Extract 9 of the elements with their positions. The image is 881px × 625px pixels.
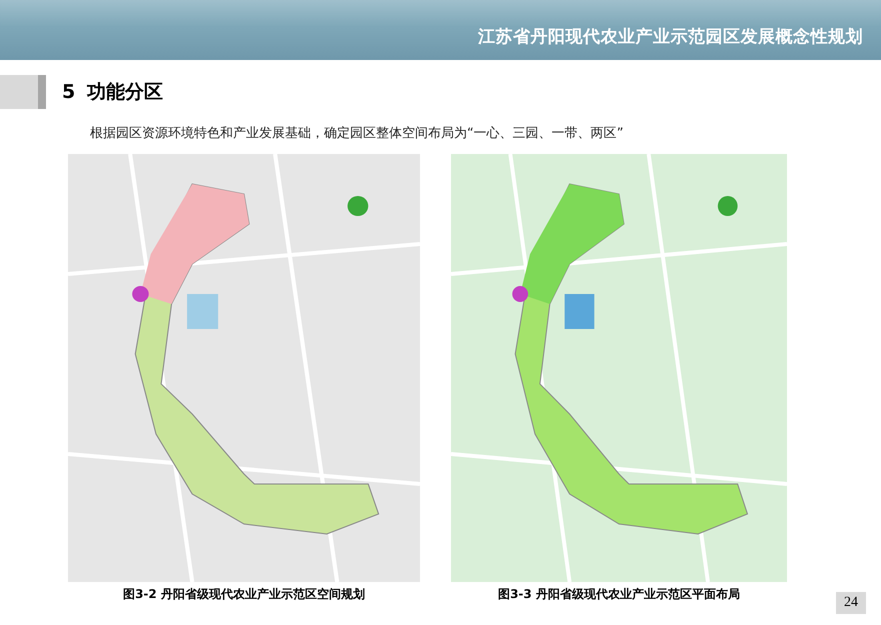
page-number: 24 xyxy=(836,592,866,614)
section-marker xyxy=(0,75,38,109)
section-number: 5 xyxy=(62,81,76,103)
figure-caption: 图3-2 丹阳省级现代农业产业示范区空间规划 xyxy=(123,586,365,603)
intro-text: 根据园区资源环境特色和产业发展基础，确定园区整体空间布局为“一心、三园、一带、两区” xyxy=(90,125,624,142)
figure-caption: 图3-3 丹阳省级现代农业产业示范区平面布局 xyxy=(498,586,740,603)
section-marker-bar xyxy=(38,75,46,109)
section-title: 功能分区 xyxy=(87,80,164,105)
document-title: 江苏省丹阳现代农业产业示范园区发展概念性规划 xyxy=(478,26,863,48)
